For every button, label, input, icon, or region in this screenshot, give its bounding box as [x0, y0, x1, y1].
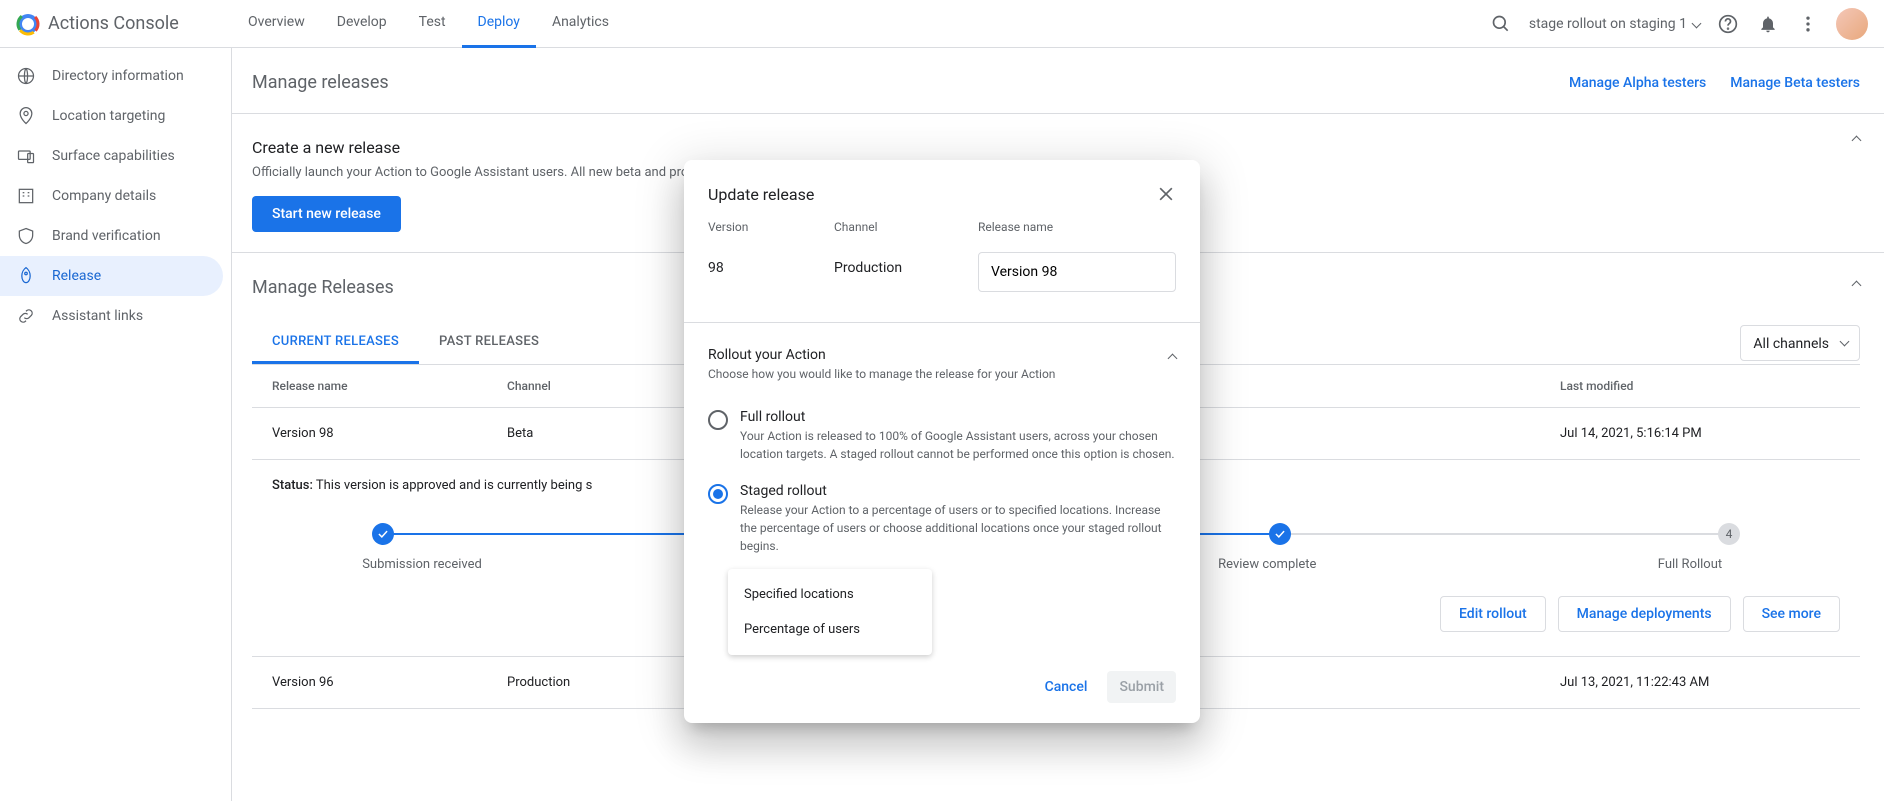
avatar[interactable] [1836, 8, 1868, 40]
cell-name: Version 98 [272, 426, 507, 441]
step-1-label: Submission received [332, 557, 512, 572]
tab-current-releases[interactable]: CURRENT RELEASES [252, 322, 419, 364]
radio-full-rollout[interactable]: Full rollout Your Action is released to … [708, 399, 1176, 473]
col-last-modified: Last modified [1560, 379, 1840, 393]
manage-beta-link[interactable]: Manage Beta testers [1730, 75, 1860, 91]
cancel-button[interactable]: Cancel [1033, 671, 1100, 703]
devices-icon [16, 146, 36, 166]
nav-tab-deploy[interactable]: Deploy [462, 0, 536, 48]
dropdown-item-percentage[interactable]: Percentage of users [728, 612, 932, 647]
sidebar-item-label: Company details [52, 188, 156, 204]
collapse-icon[interactable] [1853, 277, 1860, 293]
channel-filter-value: All channels [1753, 336, 1829, 352]
tab-past-releases[interactable]: PAST RELEASES [419, 322, 559, 364]
rollout-title: Rollout your Action [708, 347, 1055, 363]
search-icon[interactable] [1489, 12, 1513, 36]
status-text: This version is approved and is currentl… [316, 478, 592, 493]
chevron-up-icon [1168, 354, 1178, 364]
see-more-button[interactable]: See more [1743, 596, 1840, 632]
shield-icon [16, 226, 36, 246]
sidebar-item-surface[interactable]: Surface capabilities [0, 136, 223, 176]
radio-icon [708, 410, 728, 430]
sidebar-item-brand[interactable]: Brand verification [0, 216, 223, 256]
company-icon [16, 186, 36, 206]
sidebar-item-location[interactable]: Location targeting [0, 96, 223, 136]
sidebar-item-label: Assistant links [52, 308, 143, 324]
sidebar-item-release[interactable]: Release [0, 256, 223, 296]
console-title: Actions Console [48, 13, 179, 34]
modal-title: Update release [708, 185, 814, 204]
radio-desc: Release your Action to a percentage of u… [740, 501, 1176, 555]
sidebar-item-links[interactable]: Assistant links [0, 296, 223, 336]
manage-alpha-link[interactable]: Manage Alpha testers [1569, 75, 1706, 91]
start-release-button[interactable]: Start new release [252, 196, 401, 232]
radio-staged-rollout[interactable]: Staged rollout Release your Action to a … [708, 473, 1176, 565]
cell-name: Version 96 [272, 675, 507, 690]
collapse-icon[interactable] [1853, 132, 1860, 148]
rocket-icon [16, 266, 36, 286]
google-logo-icon [16, 12, 40, 36]
radio-icon [708, 484, 728, 504]
nav-tab-develop[interactable]: Develop [321, 0, 403, 48]
release-name-input[interactable] [978, 252, 1176, 292]
sidebar-item-label: Location targeting [52, 108, 165, 124]
rollout-header[interactable]: Rollout your Action Choose how you would… [708, 347, 1176, 381]
nav-tabs: Overview Develop Test Deploy Analytics [232, 0, 625, 48]
globe-icon [16, 66, 36, 86]
chevron-down-icon [1692, 19, 1702, 29]
rollout-desc: Choose how you would like to manage the … [708, 367, 1055, 381]
status-label: Status: [272, 478, 313, 493]
nav-tab-analytics[interactable]: Analytics [536, 0, 625, 48]
submit-button[interactable]: Submit [1107, 671, 1176, 703]
step-3-label: Review complete [1177, 557, 1357, 572]
radio-label: Full rollout [740, 409, 1176, 425]
sidebar-item-label: Surface capabilities [52, 148, 175, 164]
notifications-icon[interactable] [1756, 12, 1780, 36]
cell-modified: Jul 14, 2021, 5:16:14 PM [1560, 426, 1840, 441]
col-release-name: Release name [272, 379, 507, 393]
manage-deployments-button[interactable]: Manage deployments [1558, 596, 1731, 632]
step-4-icon: 4 [1718, 523, 1740, 545]
radio-desc: Your Action is released to 100% of Googl… [740, 427, 1176, 463]
version-value: 98 [708, 242, 834, 292]
help-icon[interactable] [1716, 12, 1740, 36]
cell-modified: Jul 13, 2021, 11:22:43 AM [1560, 675, 1840, 690]
dropdown-item-locations[interactable]: Specified locations [728, 577, 932, 612]
link-icon [16, 306, 36, 326]
sidebar-item-label: Directory information [52, 68, 184, 84]
update-release-modal: Update release Version Channel Release n… [684, 160, 1200, 723]
staged-rollout-dropdown: Specified locations Percentage of users [728, 569, 932, 655]
close-icon[interactable] [1156, 184, 1176, 204]
page-title: Manage releases [252, 72, 389, 93]
channel-label: Channel [834, 220, 978, 234]
sidebar-item-label: Brand verification [52, 228, 161, 244]
radio-label: Staged rollout [740, 483, 1176, 499]
sidebar-item-directory[interactable]: Directory information [0, 56, 223, 96]
more-icon[interactable] [1796, 12, 1820, 36]
release-name-label: Release name [978, 220, 1176, 234]
sidebar: Directory information Location targeting… [0, 48, 232, 801]
project-selector[interactable]: stage rollout on staging 1 [1529, 16, 1700, 32]
edit-rollout-button[interactable]: Edit rollout [1440, 596, 1546, 632]
project-name: stage rollout on staging 1 [1529, 16, 1687, 32]
nav-tab-test[interactable]: Test [403, 0, 462, 48]
channel-value: Production [834, 242, 978, 292]
sidebar-item-label: Release [52, 268, 101, 284]
step-4-label: Full Rollout [1600, 557, 1780, 572]
sidebar-item-company[interactable]: Company details [0, 176, 223, 216]
nav-tab-overview[interactable]: Overview [232, 0, 321, 48]
create-release-title: Create a new release [252, 138, 1860, 157]
step-3-icon [1269, 523, 1291, 545]
step-1-icon [372, 523, 394, 545]
version-label: Version [708, 220, 834, 234]
location-icon [16, 106, 36, 126]
